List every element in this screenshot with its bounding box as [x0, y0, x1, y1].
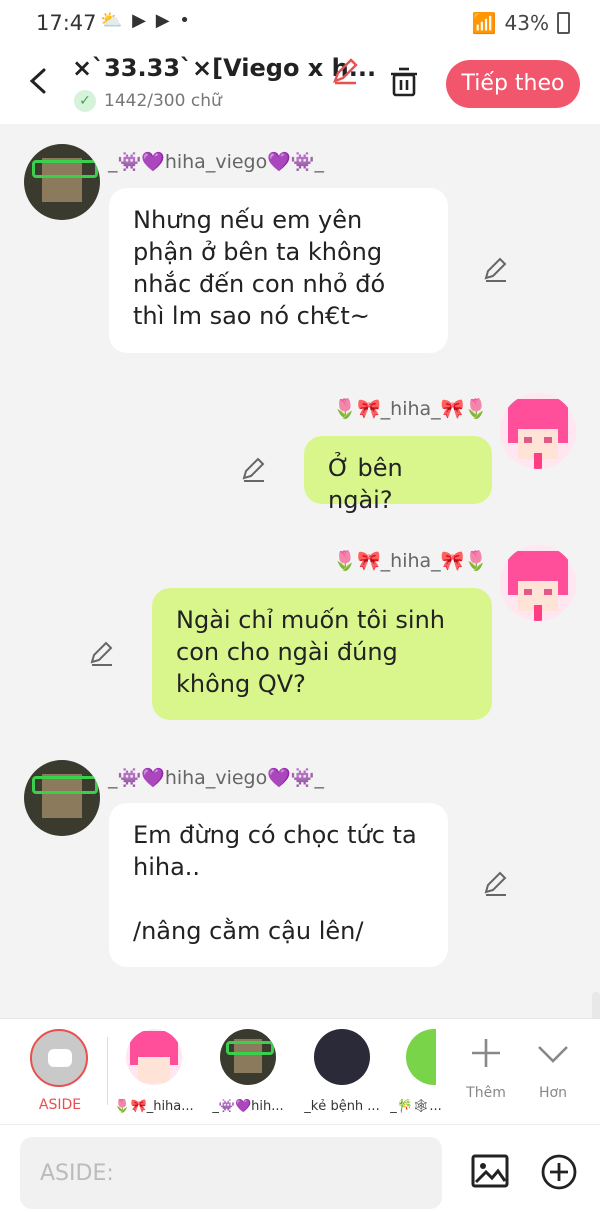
message-input[interactable] [20, 1137, 442, 1209]
character-hiha[interactable] [126, 1029, 182, 1085]
character-label: _kẻ bệnh ... [304, 1099, 380, 1114]
aside-button[interactable] [30, 1029, 88, 1087]
avatar-viego[interactable] [24, 760, 100, 836]
character-label: _👾💜hih... [212, 1099, 284, 1114]
pencil-icon[interactable] [240, 456, 268, 484]
plus-icon[interactable] [468, 1035, 504, 1071]
message-bubble[interactable]: Ở bên ngài? [304, 436, 492, 514]
avatar-hiha[interactable] [500, 393, 576, 469]
status-right: 📶 43% [472, 11, 570, 35]
message-bubble[interactable]: Nhưng nếu em yên phận ở bên ta không nhắ… [109, 188, 448, 353]
top-bar: ×`33.33`×[Viego x h... ✓ 1442/300 chữ Ti… [0, 46, 600, 124]
edit-title-icon[interactable] [330, 56, 360, 86]
status-time: 17:47 [36, 11, 97, 35]
notification-icons: ⛅ ▶ ▶ • [100, 10, 192, 31]
word-count-label: 1442/300 chữ [104, 91, 222, 111]
avatar-viego[interactable] [24, 144, 100, 220]
message-author: _👾💜hiha_viego💜👾_ [108, 151, 325, 173]
trash-icon[interactable] [386, 64, 422, 100]
pencil-icon[interactable] [482, 870, 510, 898]
collapse-label[interactable]: Hơn [523, 1085, 583, 1101]
signal-icon: 📶 [471, 11, 497, 35]
character-viego[interactable] [220, 1029, 276, 1085]
input-area [0, 1124, 600, 1212]
image-icon[interactable] [470, 1151, 510, 1191]
check-icon: ✓ [74, 90, 96, 112]
character-selector: ASIDE 🌷🎀_hiha... _👾💜hih... _kẻ bệnh ... … [0, 1018, 600, 1125]
divider [107, 1037, 108, 1105]
battery-icon [557, 12, 570, 34]
battery-label: 43% [504, 11, 549, 35]
message-author: 🌷🎀_hiha_🎀🌷 [333, 398, 488, 420]
status-bar: 17:47 ⛅ ▶ ▶ • 📶 43% [0, 0, 600, 46]
more-label[interactable]: Thêm [456, 1085, 516, 1101]
message-bubble[interactable]: Em đừng có chọc tức ta hiha.. /nâng cằm … [109, 803, 448, 967]
message-author: 🌷🎀_hiha_🎀🌷 [333, 550, 488, 572]
message-author: _👾💜hiha_viego💜👾_ [108, 767, 325, 789]
message-bubble[interactable]: Ngài chỉ muốn tôi sinh con cho ngài đúng… [152, 588, 492, 720]
word-count: ✓ 1442/300 chữ [74, 90, 222, 112]
aside-label: ASIDE [38, 1097, 82, 1113]
pencil-icon[interactable] [482, 256, 510, 284]
back-icon[interactable] [22, 64, 56, 98]
character-dark[interactable] [314, 1029, 370, 1085]
next-button[interactable]: Tiếp theo [446, 60, 580, 108]
character-green[interactable] [406, 1029, 436, 1085]
character-label: 🌷🎀_hiha... [114, 1099, 194, 1114]
plus-circle-icon[interactable] [540, 1153, 578, 1191]
character-label: _🎋🕸... [390, 1099, 442, 1114]
avatar-hiha[interactable] [500, 545, 576, 621]
pencil-icon[interactable] [88, 640, 116, 668]
chevron-down-icon[interactable] [535, 1039, 571, 1069]
